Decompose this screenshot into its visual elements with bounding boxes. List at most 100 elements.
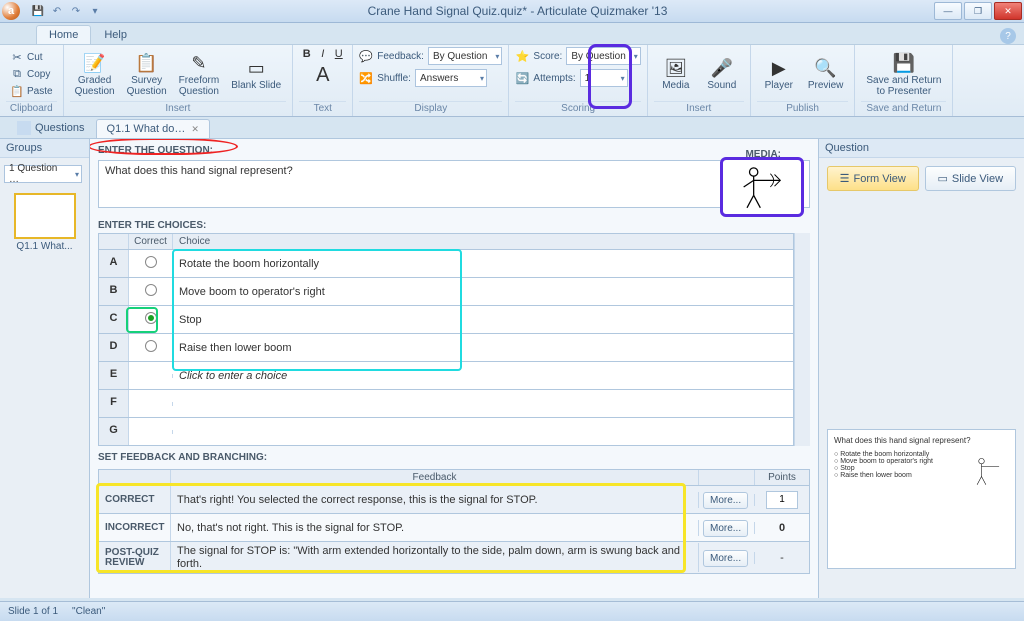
group-display: 💬Feedback:By Question 🔀Shuffle:Answers D… [353, 45, 509, 116]
copy-icon: ⧉ [10, 67, 24, 81]
tab-questions[interactable]: Questions [6, 117, 96, 138]
survey-question-button[interactable]: 📋Survey Question [122, 48, 172, 100]
group-scoring: ⭐Score:By Question 🔄Attempts:1 Scoring [509, 45, 647, 116]
radio-b[interactable] [145, 284, 157, 296]
radio-a[interactable] [145, 256, 157, 268]
choice-row-e[interactable]: EClick to enter a choice [98, 362, 794, 390]
cut-icon: ✂ [10, 50, 24, 64]
choice-row-g[interactable]: G [98, 418, 794, 446]
center-editor: ENTER THE QUESTION: What does this hand … [90, 139, 818, 598]
status-theme: "Clean" [72, 606, 105, 617]
feedback-row-postquiz: POST-QUIZ REVIEW The signal for STOP is:… [98, 542, 810, 574]
tab-current-question[interactable]: Q1.1 What do…✕ [96, 119, 210, 138]
group-label-save: Save and Return [861, 101, 946, 116]
minimize-button[interactable]: — [934, 2, 962, 20]
underline-button[interactable]: U [332, 47, 346, 61]
media-preview[interactable] [720, 157, 804, 217]
choice-row-a[interactable]: ARotate the boom horizontally [98, 250, 794, 278]
italic-button[interactable]: I [316, 47, 330, 61]
save-icon[interactable]: 💾 [30, 3, 46, 19]
feedback-row-incorrect: INCORRECT No, that's not right. This is … [98, 514, 810, 542]
sound-icon: 🎤 [710, 56, 734, 80]
feedback-combo[interactable]: By Question [428, 47, 502, 65]
points-postquiz: - [755, 550, 809, 566]
slide-thumbnail[interactable]: Q1.1 What... [14, 193, 76, 252]
radio-d[interactable] [145, 340, 157, 352]
cut-button[interactable]: ✂Cut [6, 49, 57, 65]
group-label-clipboard: Clipboard [6, 101, 57, 116]
close-tab-icon[interactable]: ✕ [191, 124, 199, 134]
app-icon[interactable]: a [2, 2, 20, 20]
font-color-icon[interactable]: A [311, 63, 335, 87]
qat-dropdown-icon[interactable]: ▾ [87, 3, 103, 19]
titlebar: a 💾 ↶ ↷ ▾ Crane Hand Signal Quiz.quiz* -… [0, 0, 1024, 23]
group-clipboard: ✂Cut ⧉Copy 📋Paste Clipboard [0, 45, 64, 116]
maximize-button[interactable]: ❐ [964, 2, 992, 20]
freeform-question-button[interactable]: ✎Freeform Question [174, 48, 225, 100]
bold-button[interactable]: B [300, 47, 314, 61]
tab-help[interactable]: Help [91, 25, 140, 44]
radio-c[interactable] [145, 312, 157, 324]
workspace: Groups 1 Question … Q1.1 What... ENTER T… [0, 139, 1024, 598]
group-label-insert2: Insert [654, 101, 744, 116]
save-return-button[interactable]: 💾Save and Return to Presenter [861, 48, 946, 100]
question-text-field[interactable]: What does this hand signal represent? ME… [98, 160, 810, 208]
feedback-header-row: Feedback Points [98, 469, 810, 486]
shuffle-combo[interactable]: Answers [415, 69, 487, 87]
tab-home[interactable]: Home [36, 25, 91, 44]
slide-view-button[interactable]: ▭Slide View [925, 166, 1017, 191]
blank-icon: ▭ [244, 56, 268, 80]
choice-row-d[interactable]: DRaise then lower boom [98, 334, 794, 362]
group-label-display: Display [359, 101, 502, 116]
quick-access-toolbar: 💾 ↶ ↷ ▾ [30, 3, 103, 19]
col-header-correct: Correct [129, 234, 173, 249]
paste-icon: 📋 [10, 84, 24, 98]
graded-icon: 📝 [83, 51, 107, 75]
col-header-choice: Choice [173, 234, 793, 249]
freeform-icon: ✎ [187, 51, 211, 75]
attempts-icon: 🔄 [515, 71, 529, 85]
player-button[interactable]: ▶Player [757, 53, 801, 95]
shuffle-icon: 🔀 [359, 71, 373, 85]
view-toggle: ☰Form View ▭Slide View [819, 158, 1024, 199]
thumbnail-label: Q1.1 What... [14, 241, 76, 252]
more-correct-button[interactable]: More... [703, 492, 748, 509]
form-view-button[interactable]: ☰Form View [827, 166, 919, 191]
feedback-table: Feedback Points CORRECT That's right! Yo… [98, 469, 810, 574]
choice-row-c[interactable]: CStop [98, 306, 794, 334]
close-button[interactable]: ✕ [994, 2, 1022, 20]
media-icon: 🖼 [664, 56, 688, 80]
choices-header-row: Correct Choice [98, 233, 794, 250]
choices-scrollbar[interactable] [794, 233, 810, 446]
slide-preview[interactable]: What does this hand signal represent? ○ … [827, 429, 1016, 569]
undo-icon[interactable]: ↶ [49, 3, 65, 19]
save-return-icon: 💾 [892, 51, 916, 75]
preview-icon: 🔍 [814, 56, 838, 80]
copy-button[interactable]: ⧉Copy [6, 66, 57, 82]
sound-button[interactable]: 🎤Sound [700, 53, 744, 95]
media-button[interactable]: 🖼Media [654, 53, 698, 95]
help-icon[interactable]: ? [1000, 28, 1016, 44]
attempts-combo[interactable]: 1 [580, 69, 628, 87]
paste-button[interactable]: 📋Paste [6, 83, 57, 99]
group-save-return: 💾Save and Return to Presenter Save and R… [855, 45, 953, 116]
thumbnail-image [14, 193, 76, 239]
choice-row-b[interactable]: BMove boom to operator's right [98, 278, 794, 306]
score-combo[interactable]: By Question [566, 47, 640, 65]
points-correct-input[interactable] [766, 491, 798, 509]
groups-select[interactable]: 1 Question … [4, 165, 82, 183]
choice-row-f[interactable]: F [98, 390, 794, 418]
redo-icon[interactable]: ↷ [68, 3, 84, 19]
enter-question-header: ENTER THE QUESTION: [90, 139, 818, 158]
status-slide: Slide 1 of 1 [8, 606, 58, 617]
preview-button[interactable]: 🔍Preview [803, 53, 849, 95]
blank-slide-button[interactable]: ▭Blank Slide [226, 53, 286, 95]
more-postquiz-button[interactable]: More... [703, 550, 748, 567]
annotation-red-circle [90, 139, 238, 155]
graded-question-button[interactable]: 📝Graded Question [70, 48, 120, 100]
group-label-scoring: Scoring [515, 101, 640, 116]
more-incorrect-button[interactable]: More... [703, 520, 748, 537]
app-name: Articulate Quizmaker '13 [537, 4, 667, 18]
right-panel: Question ☰Form View ▭Slide View What doe… [818, 139, 1024, 598]
group-insert-questions: 📝Graded Question 📋Survey Question ✎Freef… [64, 45, 294, 116]
